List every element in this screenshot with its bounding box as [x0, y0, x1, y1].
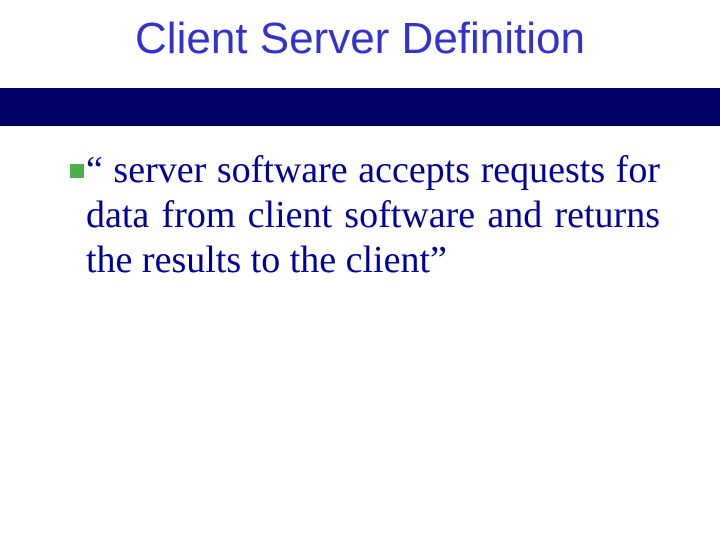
bullet-item: “ server software accepts requests for d…: [70, 148, 660, 282]
slide: Client Server Definition “ server softwa…: [0, 0, 720, 540]
square-bullet-icon: [70, 164, 84, 178]
slide-body: “ server software accepts requests for d…: [70, 148, 660, 282]
bullet-text: “ server software accepts requests for d…: [86, 148, 660, 282]
title-underline-band: [0, 88, 720, 126]
slide-title: Client Server Definition: [0, 14, 720, 64]
